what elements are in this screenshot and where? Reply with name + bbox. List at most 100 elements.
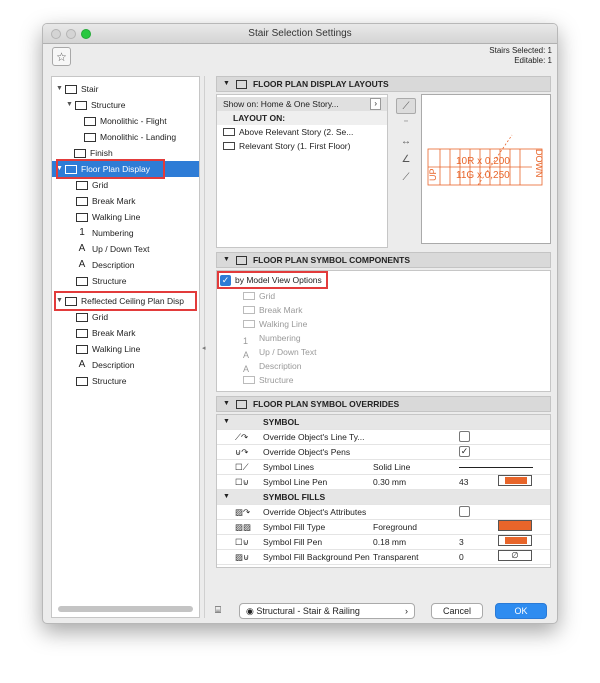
eye-icon: ◉ [246, 606, 254, 616]
line-pen-value[interactable]: 0.30 mm [373, 475, 406, 489]
structure-icon [76, 376, 88, 386]
component-row-numbering: 1 Numbering [217, 331, 550, 346]
fill-bg-pen-value[interactable]: Transparent [373, 550, 419, 564]
tree-item-walking-line[interactable]: Walking Line [76, 209, 140, 225]
tree-item-label: Numbering [92, 228, 134, 238]
up-down-text-icon: A [78, 242, 86, 254]
symbol-fills-subheader[interactable]: ▼ SYMBOL FILLS [217, 490, 550, 505]
ceiling-plan-highlight [54, 291, 197, 311]
symbol-fill-bg-pen-row[interactable]: ▨⊍ Symbol Fill Background Pen Transparent 0… [217, 550, 550, 565]
tree-item-numbering[interactable]: 1 Numbering [76, 225, 134, 241]
angle-line-icon: ∠ [401, 154, 411, 165]
line-pen-swatch[interactable] [498, 475, 532, 486]
cancel-button[interactable]: Cancel [431, 603, 483, 619]
subheader-label: SYMBOL [263, 417, 300, 427]
diagonal-line-icon: ⟋ [402, 101, 410, 112]
fill-bg-pen-number[interactable]: 0 [459, 550, 464, 564]
tree-item-up-down-text[interactable]: A Up / Down Text [76, 241, 150, 257]
selection-info: Stairs Selected: 1 Editable: 1 [489, 46, 552, 66]
layout-row-above[interactable]: Above Relevant Story (2. Se... [217, 125, 387, 139]
tree-item-rcp-structure[interactable]: Structure [76, 373, 127, 389]
override-pens-checkbox[interactable]: ✓ [459, 446, 470, 457]
tree-item-structure[interactable]: ▼ Structure [66, 97, 126, 113]
layout-tool-2[interactable]: ⁻ [396, 116, 416, 132]
symbol-line-pen-row[interactable]: ☐⊍ Symbol Line Pen 0.30 mm 43 [217, 475, 550, 490]
tree-item-break-mark[interactable]: Break Mark [76, 193, 135, 209]
numbering-icon: 1 [243, 336, 249, 346]
override-line-type-checkbox[interactable] [459, 431, 470, 442]
component-label: Description [259, 361, 302, 371]
fill-bg-pen-swatch[interactable]: ∅ [498, 550, 532, 561]
component-row-walking-line: Walking Line [217, 317, 550, 331]
disclosure-triangle-icon[interactable]: ▼ [56, 81, 65, 97]
symbol-overrides-table: ▼ SYMBOL ⟋↷ Override Object's Line Ty... ⊍… [216, 414, 551, 568]
chevron-right-icon: › [405, 606, 408, 616]
tree-item-monolithic-landing[interactable]: Monolithic - Landing [84, 129, 176, 145]
tree-item-label: Break Mark [92, 328, 136, 338]
override-attributes-checkbox[interactable] [459, 506, 470, 517]
tree-item-description[interactable]: A Description [76, 257, 135, 273]
description-icon: A [78, 258, 86, 270]
component-row-grid: Grid [217, 289, 550, 303]
fill-type-value[interactable]: Foreground [373, 520, 417, 534]
symbol-components-header[interactable]: ▼ FLOOR PLAN SYMBOL COMPONENTS [216, 252, 551, 268]
tree-item-label: Structure [92, 376, 127, 386]
override-line-type-row[interactable]: ⟋↷ Override Object's Line Ty... [217, 430, 550, 445]
symbol-subheader[interactable]: ▼ SYMBOL [217, 415, 550, 430]
symbol-fill-type-row[interactable]: ▨▨ Symbol Fill Type Foreground [217, 520, 550, 535]
editable-label: Editable: 1 [514, 56, 552, 65]
solid-line-sample [459, 467, 533, 468]
settings-tree: ▼ Stair ▼ Structure Monolithic - Flight Mo… [51, 76, 200, 618]
tree-item-rcp-break-mark[interactable]: Break Mark [76, 325, 135, 341]
symbol-lines-value[interactable]: Solid Line [373, 460, 410, 474]
favorites-star-button[interactable]: ☆ [52, 47, 71, 66]
layout-row-label: Relevant Story (1. First Floor) [239, 141, 351, 151]
symbol-overrides-icon [235, 399, 247, 409]
tree-item-rcp-description[interactable]: A Description [76, 357, 135, 373]
layout-row-relevant[interactable]: Relevant Story (1. First Floor) [217, 139, 387, 153]
preview-riser-label: 10R x 0,200 [456, 156, 510, 167]
numbering-icon: 1 [79, 226, 85, 238]
layout-tool-1[interactable]: ⟋ [396, 98, 416, 114]
component-label: Numbering [259, 333, 301, 343]
layout-tool-5[interactable]: ⟋ [396, 170, 416, 186]
show-on-arrow-icon[interactable]: › [370, 98, 381, 110]
break-mark-icon [76, 196, 88, 206]
relevant-story-icon [223, 142, 235, 150]
layout-tool-3[interactable]: ↔ [396, 134, 416, 150]
fill-pen-swatch[interactable] [498, 535, 532, 546]
show-on-row[interactable]: Show on: Home & One Story... › [217, 97, 387, 111]
line-pen-number[interactable]: 43 [459, 475, 468, 489]
symbol-lines-row[interactable]: ☐⟋ Symbol Lines Solid Line [217, 460, 550, 475]
stair-settings-window: Stair Selection Settings ☆ Stairs Select… [42, 23, 558, 624]
show-on-label: Show on: Home & One Story... [223, 99, 339, 109]
zoom-window-button[interactable] [81, 29, 91, 39]
preview-down-label: DOWN [534, 149, 544, 178]
fill-pen-number[interactable]: 3 [459, 535, 464, 549]
tree-item-stair[interactable]: ▼ Stair [56, 81, 98, 97]
cross-line-icon: ↔ [401, 136, 411, 147]
model-view-dropdown[interactable]: ◉ Structural - Stair & Railing › [239, 603, 415, 619]
close-window-button[interactable] [51, 29, 61, 39]
override-label: Symbol Fill Type [263, 522, 326, 532]
floor-plan-layouts-header[interactable]: ▼ FLOOR PLAN DISPLAY LAYOUTS [216, 76, 551, 92]
fill-pen-value[interactable]: 0.18 mm [373, 535, 406, 549]
disclosure-triangle-icon[interactable]: ▼ [66, 97, 75, 113]
tree-item-rcp-grid[interactable]: Grid [76, 309, 108, 325]
ok-button[interactable]: OK [495, 603, 547, 619]
tree-item-monolithic-flight[interactable]: Monolithic - Flight [84, 113, 167, 129]
override-label: Symbol Lines [263, 462, 315, 472]
component-label: Structure [259, 375, 294, 385]
layout-tool-4[interactable]: ∠ [396, 152, 416, 168]
symbol-fill-pen-row[interactable]: ☐⊍ Symbol Fill Pen 0.18 mm 3 [217, 535, 550, 550]
fill-pen-icon: ☐⊍ [235, 537, 249, 547]
override-pens-row[interactable]: ⊍↷ Override Object's Pens ✓ [217, 445, 550, 460]
tree-item-rcp-walking-line[interactable]: Walking Line [76, 341, 140, 357]
tree-item-structure-symbol[interactable]: Structure [76, 273, 127, 289]
minimize-window-button[interactable] [66, 29, 76, 39]
fill-type-swatch[interactable] [498, 520, 532, 531]
tree-item-label: Stair [81, 84, 99, 94]
tree-item-grid[interactable]: Grid [76, 177, 108, 193]
symbol-overrides-header[interactable]: ▼ FLOOR PLAN SYMBOL OVERRIDES [216, 396, 551, 412]
override-attributes-row[interactable]: ▨↷ Override Object's Attributes [217, 505, 550, 520]
